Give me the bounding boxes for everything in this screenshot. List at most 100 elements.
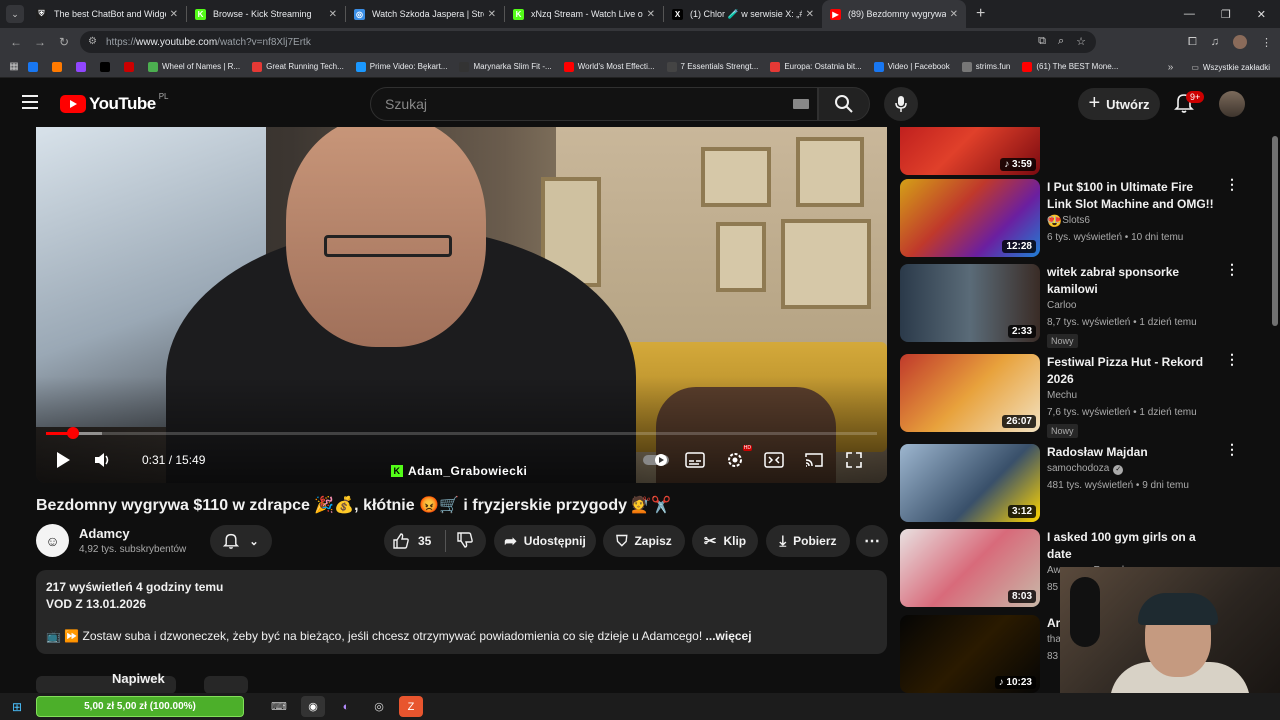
url-field[interactable]: ⚙ https://www.youtube.com/watch?v=nf8Xlj… [80,31,1096,53]
apps-icon[interactable]: ▦ [0,61,28,72]
recommended-channel[interactable]: samochodoza ✓ [1047,463,1124,475]
bookmark-item[interactable] [52,61,66,72]
windows-start-icon[interactable]: ⊞ [0,700,34,714]
video-thumbnail[interactable]: ♪ 10:23 [900,615,1040,693]
obs-icon[interactable]: ◎ [367,696,391,717]
tab-close-icon[interactable]: ✕ [950,9,958,20]
bookmark-item[interactable]: Marynarka Slim Fit -... [459,61,552,72]
browser-tab[interactable]: K Browse - Kick Streaming ✕ [187,0,345,28]
autoplay-toggle[interactable] [641,447,671,473]
new-tab-button[interactable]: + [976,5,985,23]
tab-close-icon[interactable]: ✕ [488,9,496,20]
bookmark-item[interactable] [28,61,42,72]
video-thumbnail[interactable]: 2:33 [900,264,1040,342]
recommended-video[interactable]: 2:33 witek zabrał sponsorke kamilowi Carlo… [900,262,1270,348]
progress-bar[interactable] [46,427,877,439]
zoom-icon[interactable]: ⌕ [1058,35,1064,48]
recommended-video-title[interactable]: Festiwal Pizza Hut - Rekord 2026 [1047,354,1217,388]
discord-icon[interactable]: ◐ [334,696,358,717]
search-button[interactable] [818,87,870,121]
subtitles-button[interactable] [680,447,710,473]
media-control-icon[interactable]: ♫ [1211,36,1219,48]
chrome-icon[interactable]: ◉ [301,696,325,717]
browser-tab[interactable]: X (1) Chlor 🧪 w serwisie X: „#zlot ✕ [664,0,822,28]
account-avatar[interactable] [1219,91,1245,117]
bookmark-item[interactable]: Video | Facebook [873,61,950,72]
recommended-video-title[interactable]: Radosław Majdan [1047,444,1217,461]
back-icon[interactable]: ← [4,35,28,49]
more-vertical-icon[interactable]: ⋮ [1225,442,1239,462]
scrollbar-thumb[interactable] [1272,136,1278,326]
recommended-video[interactable]: 3:12 Radosław Majdan samochodoza ✓ 481 tys. … [900,442,1270,524]
tab-search-button[interactable]: ⌄ [6,5,24,23]
youtube-logo[interactable]: YouTube PL [60,92,169,114]
share-button[interactable]: ➦ Udostępnij [494,525,596,557]
more-vertical-icon[interactable]: ⋮ [1225,352,1239,372]
clip-button[interactable]: ✂ Klip [692,525,758,557]
recommended-video[interactable]: ♪ 3:59Taylor Swift✓233 mln wyświetleń • … [900,127,1270,177]
description-box[interactable]: 217 wyświetleń 4 godziny temu VOD Z 13.0… [36,570,887,654]
recommended-video-title[interactable]: I asked 100 gym girls on a date [1047,529,1217,563]
video-player[interactable]: 0:31 / 15:49 HD K Adam_Grabowiecki [36,127,887,483]
tab-close-icon[interactable]: ✕ [329,9,337,20]
settings-button[interactable]: HD [720,445,752,473]
tip-option[interactable] [204,676,248,694]
restore-icon[interactable]: ❐ [1221,8,1231,21]
close-window-icon[interactable]: ✕ [1257,8,1266,21]
video-thumbnail[interactable]: 26:07 [900,354,1040,432]
browser-tab[interactable]: KxNzq Stream - Watch Live on K ✕ [505,0,663,28]
all-bookmarks[interactable]: » ▭ Wszystkie zakładki [1168,56,1270,78]
keyboard-icon[interactable] [793,99,809,109]
play-button[interactable] [48,447,78,473]
recommended-channel[interactable]: Mechu [1047,390,1077,401]
more-bookmarks-icon[interactable]: » [1168,62,1174,73]
download-button[interactable]: ⤓ Pobierz [766,525,850,557]
video-thumbnail[interactable]: ♪ 3:59 [900,127,1040,175]
more-vertical-icon[interactable]: ⋮ [1225,262,1239,282]
recommended-channel[interactable]: CL Slots6 [1047,215,1090,226]
more-vertical-icon[interactable]: ⋮ [1225,177,1239,197]
bookmark-star-icon[interactable]: ☆ [1076,35,1086,48]
browser-tab[interactable]: ◎ Watch Szkoda Jaspera | Stream ✕ [346,0,504,28]
recommended-channel[interactable]: Carloo [1047,300,1076,311]
like-button[interactable]: 35 [392,532,431,550]
bookmark-item[interactable]: Great Running Tech... [252,61,344,72]
more-actions-button[interactable]: ⋯ [856,525,888,557]
bookmark-item[interactable]: Prime Video: Bękart... [355,61,447,72]
browser-tab[interactable]: ⛨ The best ChatBot and Widgets ✕ [28,0,186,28]
video-thumbnail[interactable]: 12:28 [900,179,1040,257]
site-info-icon[interactable]: ⚙ [88,36,97,47]
bookmark-item[interactable]: (61) The BEST Mone... [1022,61,1118,72]
channel-avatar[interactable]: ☺ [36,524,69,557]
bookmark-item[interactable]: World's Most Effecti... [563,61,655,72]
bookmark-item[interactable] [76,61,90,72]
bookmark-item[interactable] [124,61,138,72]
show-more-link[interactable]: ...więcej [702,629,752,643]
hamburger-menu-icon[interactable] [22,95,38,109]
extensions-icon[interactable]: ⧠ [1188,36,1197,49]
bookmark-item[interactable]: Europa: Ostatnia bit... [770,61,862,72]
tab-close-icon[interactable]: ✕ [170,9,178,20]
search-input[interactable]: Szukaj [370,87,818,121]
bookmark-item[interactable]: strims.fun [961,61,1010,72]
video-thumbnail[interactable]: 8:03 [900,529,1040,607]
fullscreen-button[interactable] [839,447,869,473]
terminal-icon[interactable]: ⌨ [267,696,291,717]
subscription-bell-button[interactable]: ⌄ [210,525,272,557]
video-thumbnail[interactable]: 3:12 [900,444,1040,522]
save-button[interactable]: ⛉ Zapisz [603,525,685,557]
recommended-video[interactable]: 26:07 Festiwal Pizza Hut - Rekord 2026 Mec… [900,352,1270,438]
recommended-video[interactable]: 12:28 I Put $100 in Ultimate Fire Link Sl… [900,177,1270,259]
profile-avatar[interactable] [1233,35,1247,49]
dislike-button[interactable] [456,531,474,552]
bookmark-item[interactable]: 7 Essentials Strengt... [666,61,758,72]
mute-button[interactable] [88,447,118,473]
tab-close-icon[interactable]: ✕ [647,9,655,20]
cast-button[interactable] [799,447,829,473]
forward-icon[interactable]: → [28,35,52,49]
install-icon[interactable]: ⧉ [1038,35,1046,48]
bookmark-item[interactable]: Wheel of Names | R... [148,61,240,72]
recommended-video-title[interactable]: witek zabrał sponsorke kamilowi [1047,264,1217,298]
channel-name[interactable]: Adamcy [79,526,130,541]
app-icon[interactable]: Z [399,696,423,717]
